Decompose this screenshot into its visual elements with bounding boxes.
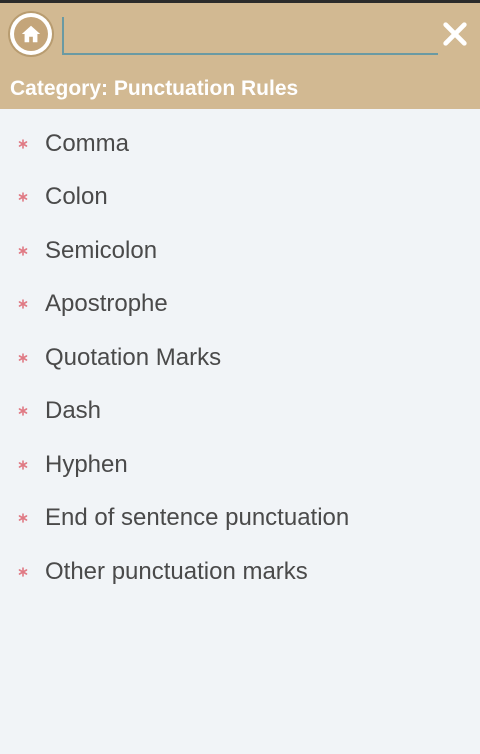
search-input[interactable] (62, 17, 438, 55)
home-icon (21, 25, 41, 43)
list-item-end-of-sentence-punctuation[interactable]: End of sentence punctuation (0, 492, 480, 546)
home-button-inner (14, 17, 48, 51)
list-item-label: Dash (45, 397, 102, 425)
asterisk-bullet-icon (18, 299, 28, 310)
list-item-other-punctuation-marks[interactable]: Other punctuation marks (0, 545, 480, 599)
asterisk-bullet-icon (18, 245, 28, 256)
category-title: Category: Punctuation Rules (10, 77, 299, 100)
list-item-semicolon[interactable]: Semicolon (0, 224, 480, 278)
asterisk-bullet-icon (18, 406, 28, 417)
list-item-label: Other punctuation marks (45, 557, 308, 585)
asterisk-bullet-icon (18, 566, 28, 577)
list-item-label: Hyphen (45, 450, 128, 478)
close-icon (443, 22, 467, 46)
list-item-hyphen[interactable]: Hyphen (0, 438, 480, 492)
search-field-wrapper (62, 17, 438, 55)
app-header: Category: Punctuation Rules (0, 3, 480, 109)
asterisk-bullet-icon (18, 192, 28, 203)
list-item-quotation-marks[interactable]: Quotation Marks (0, 331, 480, 385)
punctuation-rule-list: Comma Colon Semicolon Apostrophe Quotati… (0, 109, 480, 599)
list-item-label: Semicolon (45, 236, 158, 264)
list-item-label: Colon (45, 183, 108, 211)
list-item-label: End of sentence punctuation (45, 504, 350, 532)
close-button[interactable] (436, 15, 474, 53)
home-button[interactable] (10, 13, 52, 55)
asterisk-bullet-icon (18, 459, 28, 470)
asterisk-bullet-icon (18, 513, 28, 524)
list-item-label: Comma (45, 129, 130, 157)
asterisk-bullet-icon (18, 352, 28, 363)
asterisk-bullet-icon (18, 138, 28, 149)
list-item-label: Quotation Marks (45, 343, 222, 371)
list-item-dash[interactable]: Dash (0, 385, 480, 439)
list-item-comma[interactable]: Comma (0, 117, 480, 171)
list-item-label: Apostrophe (45, 290, 168, 318)
list-item-colon[interactable]: Colon (0, 171, 480, 225)
list-item-apostrophe[interactable]: Apostrophe (0, 278, 480, 332)
